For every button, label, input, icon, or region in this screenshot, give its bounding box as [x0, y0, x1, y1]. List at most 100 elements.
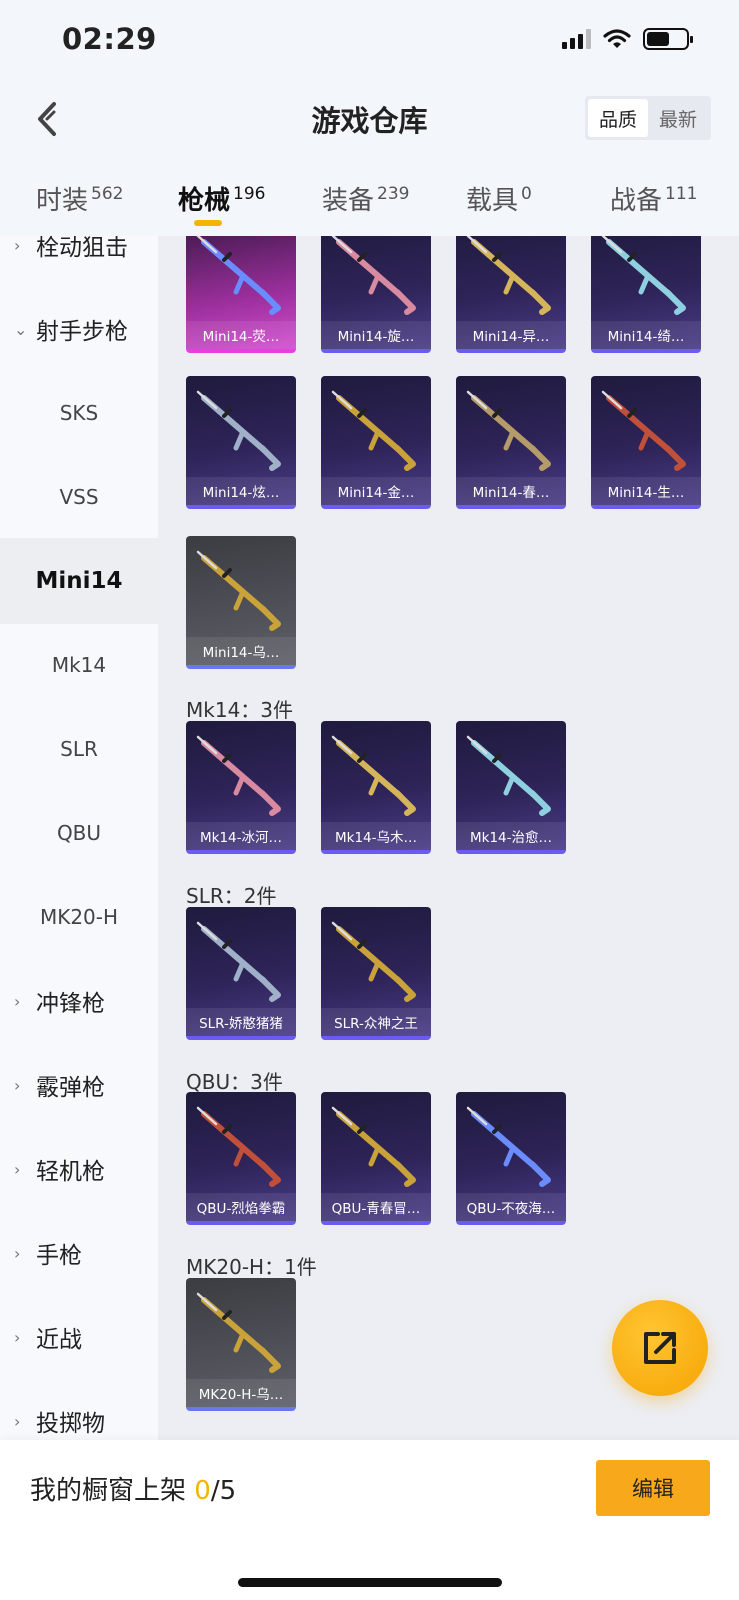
weapon-card[interactable]: Mk14-治愈…: [456, 721, 566, 854]
weapon-card[interactable]: Mk14-冰河…: [186, 721, 296, 854]
section-label-mk14: Mk14：3件: [186, 698, 294, 722]
sidebar-item-vss[interactable]: VSS: [0, 454, 158, 540]
weapon-card[interactable]: MK20-H-乌…: [186, 1278, 296, 1411]
shelf-status: 我的橱窗上架 0/5: [30, 1470, 236, 1507]
weapon-card[interactable]: QBU-烈焰拳霸: [186, 1092, 296, 1225]
weapon-card[interactable]: Mini14-旋…: [321, 236, 431, 353]
status-bar: 02:29: [0, 0, 739, 80]
sidebar-item-label: MK20-H: [39, 905, 119, 929]
sidebar-item-mk20h[interactable]: MK20-H: [0, 874, 158, 960]
weapon-card[interactable]: Mini14-绮…: [591, 236, 701, 353]
battery-icon: [643, 28, 693, 50]
rifle-icon: [466, 390, 551, 471]
weapon-name: QBU-烈焰拳霸: [186, 1193, 296, 1221]
home-indicator: [238, 1578, 502, 1587]
section-label-mk20h: MK20-H：1件: [186, 1255, 317, 1279]
share-float-button[interactable]: [612, 1300, 708, 1396]
sidebar-item-pistol[interactable]: › 手枪: [0, 1210, 158, 1296]
weapon-name: SLR-众神之王: [321, 1008, 431, 1036]
sidebar-item-label: 近战: [36, 1327, 82, 1353]
sidebar-item-slr[interactable]: SLR: [0, 706, 158, 792]
weapon-card[interactable]: SLR-娇憨猪猪: [186, 907, 296, 1040]
tab-fashion[interactable]: 时装 562: [36, 180, 123, 217]
tab-weapons[interactable]: 枪械 196: [178, 180, 265, 217]
weapon-card[interactable]: Mini14-异…: [456, 236, 566, 353]
shelf-total: /5: [210, 1476, 237, 1506]
weapon-card[interactable]: QBU-不夜海…: [456, 1092, 566, 1225]
weapon-name: QBU-青春冒…: [321, 1193, 431, 1221]
tab-equipment[interactable]: 装备 239: [322, 180, 409, 217]
weapon-sidebar: › 栓动狙击 ⌄ 射手步枪 SKS VSS Mini14 Mk14 SLR QBU …: [0, 236, 158, 1440]
chevron-right-icon: ›: [14, 1243, 21, 1263]
tab-label: 装备: [322, 186, 375, 216]
rifle-icon: [331, 735, 416, 816]
weapon-card[interactable]: Mini14-春…: [456, 376, 566, 509]
sidebar-item-mini14[interactable]: Mini14: [0, 538, 158, 624]
share-out-icon: [644, 1332, 676, 1364]
sort-quality-button[interactable]: 品质: [588, 99, 648, 137]
rifle-icon: [331, 1106, 416, 1187]
tab-vehicles[interactable]: 载具 0: [466, 180, 532, 217]
weapon-card[interactable]: QBU-青春冒…: [321, 1092, 431, 1225]
weapon-name: Mini14-春…: [456, 477, 566, 505]
chevron-down-icon: ⌄: [14, 319, 28, 339]
sidebar-item-melee[interactable]: › 近战: [0, 1294, 158, 1380]
sidebar-item-label: 霰弹枪: [36, 1075, 105, 1101]
rifle-icon: [196, 1106, 281, 1187]
rifle-icon: [196, 236, 281, 315]
category-tabs: 时装 562 枪械 196 装备 239 载具 0 战备 111: [0, 160, 739, 236]
rifle-icon: [331, 236, 416, 315]
tab-count: 111: [665, 184, 698, 204]
weapon-card[interactable]: SLR-众神之王: [321, 907, 431, 1040]
weapon-name: QBU-不夜海…: [456, 1193, 566, 1221]
sidebar-item-label: 射手步枪: [36, 319, 128, 345]
tab-gear[interactable]: 战备 111: [610, 180, 697, 217]
weapon-name: Mini14-乌…: [186, 637, 296, 665]
sidebar-item-lmg[interactable]: › 轻机枪: [0, 1126, 158, 1212]
weapon-card[interactable]: Mini14-生…: [591, 376, 701, 509]
tab-label: 战备: [610, 186, 663, 216]
weapon-name: MK20-H-乌…: [186, 1379, 296, 1407]
tab-count: 239: [377, 184, 410, 204]
weapon-card[interactable]: 5级Mini14-荧…: [186, 236, 296, 353]
sidebar-item-marksman-rifle[interactable]: ⌄ 射手步枪: [0, 286, 158, 372]
tab-label: 枪械: [178, 186, 231, 216]
sidebar-item-label: Mini14: [35, 568, 123, 594]
chevron-right-icon: ›: [14, 1159, 21, 1179]
status-time: 02:29: [62, 22, 157, 56]
sidebar-item-shotgun[interactable]: › 霰弹枪: [0, 1042, 158, 1128]
sidebar-item-mk14[interactable]: Mk14: [0, 622, 158, 708]
weapon-name: Mini14-异…: [456, 321, 566, 349]
weapon-card[interactable]: Mk14-乌木…: [321, 721, 431, 854]
sidebar-item-bolt-sniper[interactable]: › 栓动狙击: [0, 236, 158, 288]
sidebar-item-label: 冲锋枪: [36, 991, 105, 1017]
sidebar-item-label: SLR: [60, 737, 98, 761]
weapon-name: Mini14-旋…: [321, 321, 431, 349]
nav-bar: 游戏仓库 品质 最新: [0, 80, 739, 160]
sort-newest-button[interactable]: 最新: [648, 99, 708, 137]
weapon-card[interactable]: Mini14-炫…: [186, 376, 296, 509]
chevron-right-icon: ›: [14, 1327, 21, 1347]
weapon-name: Mini14-荧…: [186, 321, 296, 349]
sidebar-item-sks[interactable]: SKS: [0, 370, 158, 456]
tab-label: 时装: [36, 186, 89, 216]
sidebar-item-label: QBU: [56, 821, 102, 845]
rifle-icon: [331, 390, 416, 471]
weapon-name: Mini14-金…: [321, 477, 431, 505]
tab-label: 载具: [466, 186, 519, 216]
rifle-icon: [196, 390, 281, 471]
edit-button[interactable]: 编辑: [596, 1460, 710, 1516]
rifle-icon: [466, 735, 551, 816]
sidebar-item-throwable[interactable]: › 投掷物: [0, 1378, 158, 1440]
sidebar-item-smg[interactable]: › 冲锋枪: [0, 958, 158, 1044]
status-icons: [562, 28, 693, 50]
signal-icon: [562, 29, 591, 49]
rifle-icon: [331, 921, 416, 1002]
weapon-card[interactable]: Mini14-金…: [321, 376, 431, 509]
section-label-slr: SLR：2件: [186, 884, 277, 908]
sidebar-item-qbu[interactable]: QBU: [0, 790, 158, 876]
weapon-name: Mini14-绮…: [591, 321, 701, 349]
sidebar-item-label: 手枪: [36, 1243, 82, 1269]
weapon-card[interactable]: Mini14-乌…: [186, 536, 296, 669]
sidebar-item-label: SKS: [59, 401, 99, 425]
